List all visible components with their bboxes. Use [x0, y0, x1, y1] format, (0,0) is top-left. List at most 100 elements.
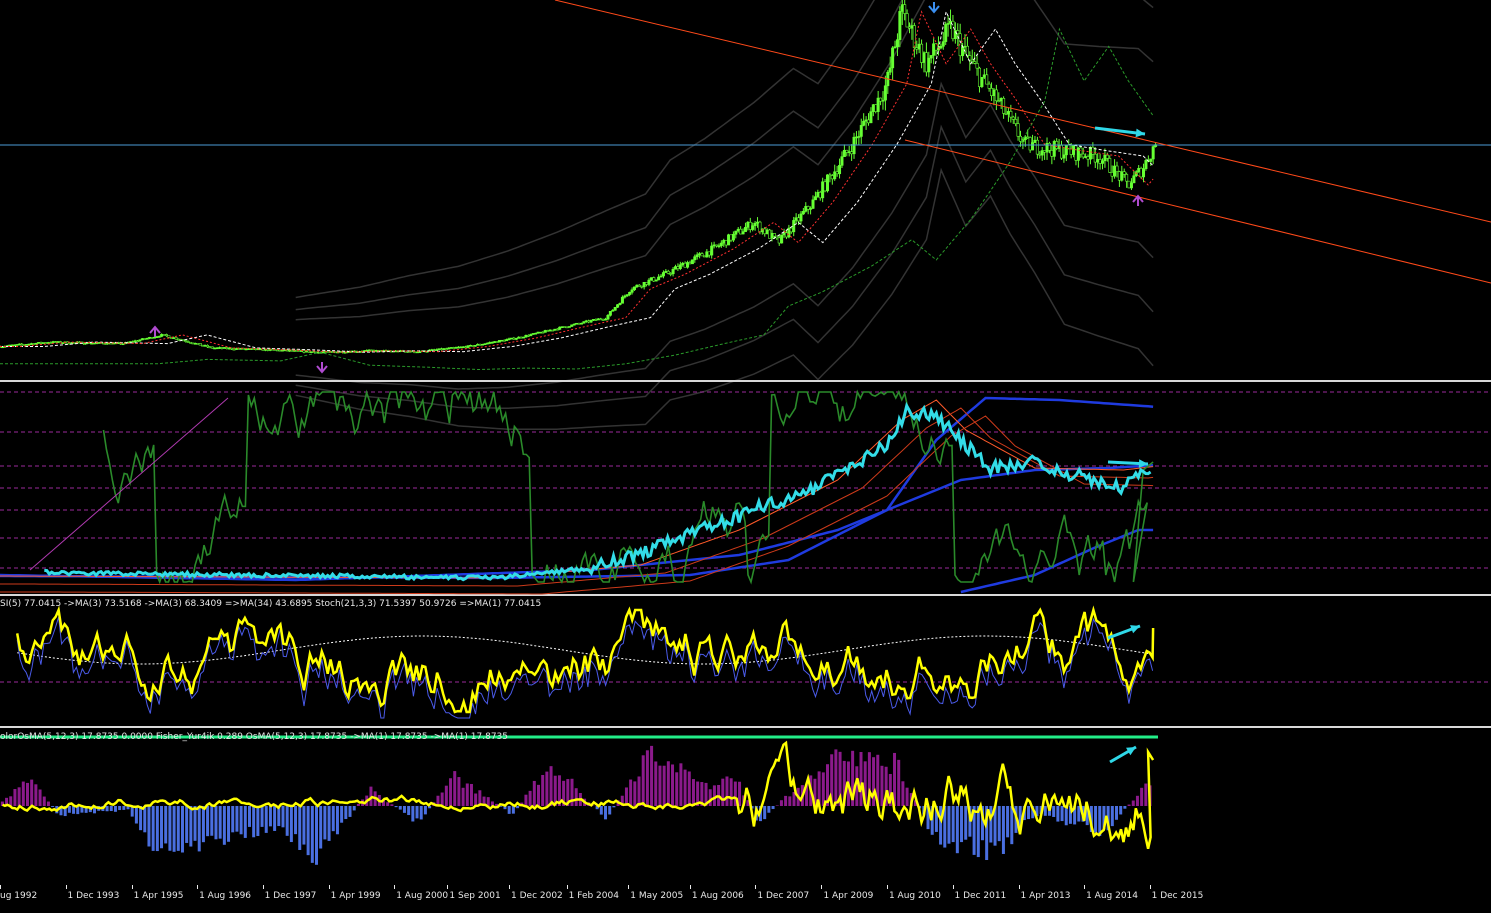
price-candle-body [160, 334, 162, 336]
price-candle-body [747, 222, 749, 227]
x-tick-mark [394, 885, 395, 889]
price-candle-body [165, 335, 167, 336]
price-candle-body [773, 233, 775, 236]
osma-histogram-bar [332, 806, 335, 831]
x-tick-label: 1 Feb 2004 [569, 891, 619, 901]
price-candle-body [549, 330, 551, 331]
price-candle-body [947, 23, 949, 24]
price-candle-body [542, 332, 544, 333]
osma-histogram-bar [139, 806, 142, 830]
price-candle-body [489, 342, 491, 343]
price-candle-body [57, 342, 59, 343]
price-candle-body [718, 246, 720, 247]
osma-indicator-label: olorOsMA(5,12,3) 17.8735 0.0000 Fisher_Y… [0, 732, 508, 743]
price-candle-body [1109, 158, 1111, 172]
osma-histogram-bar [269, 806, 272, 826]
x-tick-mark [1084, 885, 1085, 889]
osma-histogram-bar [1132, 801, 1135, 806]
price-candle-body [571, 325, 573, 327]
osma-histogram-bar [235, 806, 238, 832]
osma-histogram-bar [152, 806, 155, 851]
price-candle-body [983, 75, 985, 77]
price-candle-body [276, 350, 278, 351]
osma-histogram-bar [210, 806, 213, 836]
price-candle-body [1031, 143, 1033, 150]
price-candle-body [445, 349, 447, 350]
price-candle-body [450, 347, 452, 348]
osma-histogram-bar [1010, 806, 1013, 844]
price-candle-body [723, 240, 725, 243]
price-candle-body [993, 90, 995, 96]
x-tick-label: 1 May 2005 [630, 891, 683, 901]
price-candle-body [105, 344, 107, 345]
osma-histogram-bar [445, 786, 448, 806]
price-candle-body [1048, 143, 1050, 150]
price-candle-body [614, 307, 616, 310]
price-candle-body [370, 350, 372, 351]
price-candle-body [163, 334, 165, 335]
price-candle-body [870, 112, 872, 123]
price-candle-body [918, 44, 920, 49]
price-candle-body [1051, 150, 1053, 156]
price-candle-body [648, 280, 650, 284]
rsi-indicator-label: SI(5) 77.0415 ->MA(3) 73.5168 ->MA(3) 68… [0, 599, 541, 610]
price-candle-body [1106, 155, 1108, 158]
price-candle-body [783, 233, 785, 235]
osma-histogram-bar [667, 761, 670, 806]
price-candle-body [1007, 111, 1009, 114]
price-candle-body [54, 342, 56, 343]
osma-histogram-bar [600, 806, 603, 815]
price-candle-body [189, 342, 191, 343]
x-tick-mark [509, 885, 510, 889]
price-candle-body [971, 60, 973, 61]
price-candle-body [643, 282, 645, 287]
envelope-band [296, 0, 1153, 310]
price-candle-body [493, 342, 495, 343]
price-candle-body [42, 343, 44, 344]
price-candle-body [609, 311, 611, 315]
price-candle-body [204, 345, 206, 346]
osma-histogram-bar [214, 806, 217, 839]
osma-histogram-bar [650, 746, 653, 806]
price-candle-body [737, 229, 739, 231]
price-candle-body [742, 232, 744, 234]
osma-histogram-bar [780, 800, 783, 806]
osma-histogram-bar [311, 806, 314, 863]
price-candle-body [882, 100, 884, 101]
osma-histogram-bar [156, 806, 159, 851]
x-tick-label: ug 1992 [0, 891, 37, 901]
osma-histogram-bar [575, 788, 578, 806]
price-candle-body [645, 282, 647, 284]
price-candle-body [1142, 169, 1144, 177]
price-candle-body [74, 342, 76, 343]
osma-histogram-bar [692, 779, 695, 806]
price-candle-body [185, 341, 187, 342]
price-candle-body [1012, 117, 1014, 119]
price-candle-body [973, 62, 975, 64]
price-candle-body [636, 285, 638, 287]
price-candle-body [587, 321, 589, 322]
price-candle-body [1094, 154, 1096, 162]
osma-histogram-bar [1002, 806, 1005, 854]
price-candle-body [1113, 166, 1115, 176]
price-candle-body [187, 341, 189, 342]
x-tick-label: 1 Apr 2009 [823, 891, 873, 901]
price-candle-body [177, 339, 179, 340]
osma-histogram-bar [658, 766, 661, 806]
price-candle-body [443, 349, 445, 350]
price-candle-body [899, 11, 901, 39]
price-candle-body [134, 341, 136, 342]
price-candle-body [713, 245, 715, 246]
panel-separator [0, 380, 1491, 382]
price-candle-body [1039, 154, 1041, 155]
price-candle-body [520, 337, 522, 338]
price-candle-body [686, 262, 688, 267]
osma-histogram-bar [307, 806, 310, 855]
osma-histogram-bar [860, 752, 863, 806]
osma-histogram-bar [34, 784, 37, 806]
osma-histogram-bar [1115, 806, 1118, 820]
price-candle-body [706, 252, 708, 257]
price-candle-body [1121, 172, 1123, 181]
osma-histogram-bar [457, 777, 460, 806]
price-candle-body [235, 349, 237, 350]
